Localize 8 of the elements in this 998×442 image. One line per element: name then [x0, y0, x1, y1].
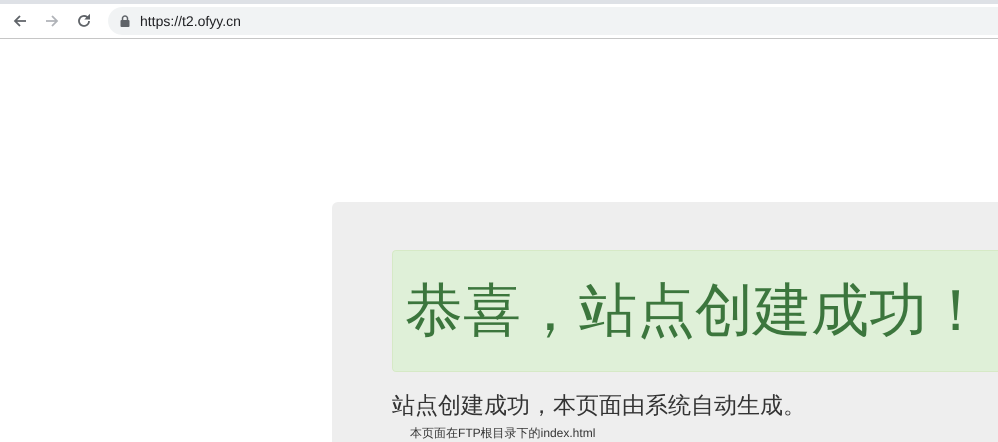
subtitle: 站点创建成功，本页面由系统自动生成。	[392, 391, 807, 420]
url-text: https://t2.ofyy.cn	[140, 12, 241, 31]
alert-title: 恭喜，站点创建成功！	[405, 282, 985, 340]
reload-icon[interactable]	[76, 13, 92, 29]
address-bar[interactable]: https://t2.ofyy.cn	[108, 7, 998, 35]
note-text: 本页面在FTP根目录下的index.html	[410, 426, 596, 440]
back-icon[interactable]	[12, 13, 28, 29]
lock-icon	[120, 15, 130, 27]
